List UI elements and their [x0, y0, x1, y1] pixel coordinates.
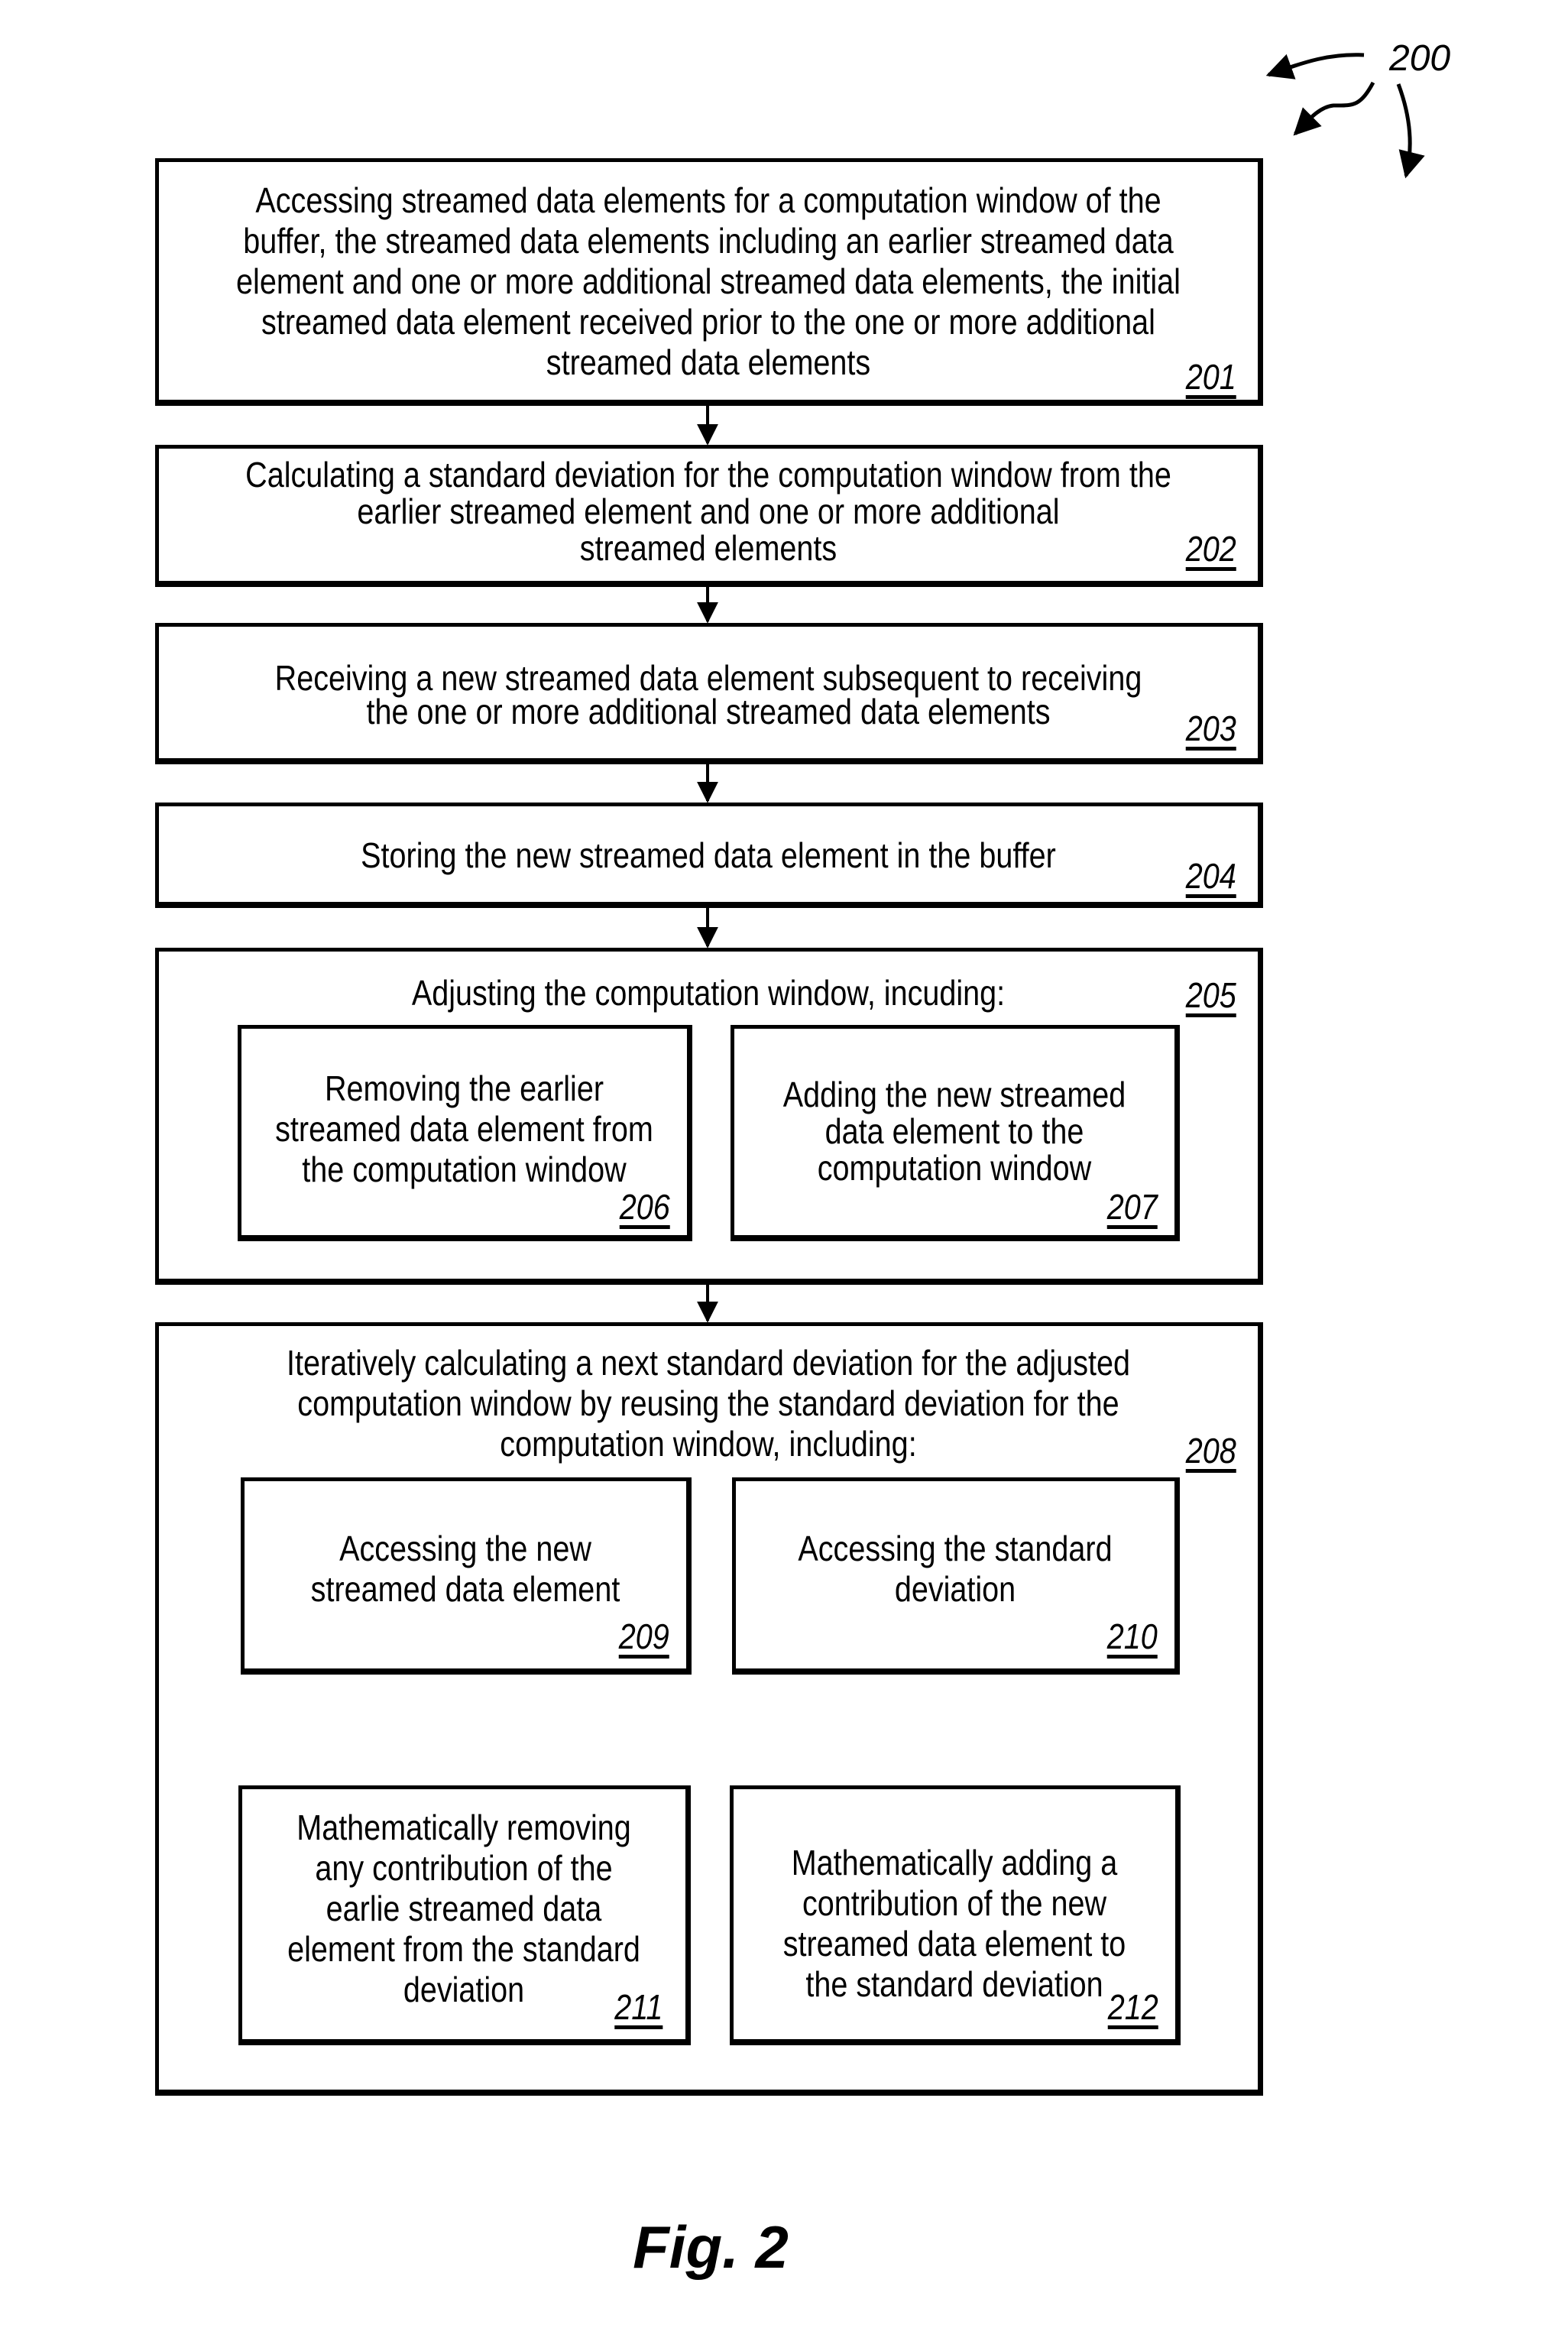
step-203-text: Receiving a new streamed data element su…	[274, 658, 1142, 731]
step-206-box: Removing the earlier streamed data eleme…	[238, 1025, 692, 1241]
step-212-ref: 212	[1107, 1987, 1158, 2027]
step-208-text: Iteratively calculating a next standard …	[287, 1343, 1130, 1464]
step-205-text: Adjusting the computation window, incudi…	[411, 973, 1006, 1013]
step-202-text: Calculating a standard deviation for the…	[245, 455, 1171, 568]
leader-arrow-middle	[1293, 81, 1375, 136]
step-201-box: Accessing streamed data elements for a c…	[155, 158, 1263, 406]
figure-caption: Fig. 2	[633, 2213, 789, 2281]
step-209-box: Accessing the new streamed data element …	[241, 1477, 692, 1675]
step-208-ref: 208	[1185, 1431, 1236, 1471]
step-203-ref: 203	[1185, 709, 1236, 748]
step-202-ref: 202	[1185, 529, 1236, 569]
step-210-text: Accessing the standard deviation	[798, 1529, 1113, 1609]
step-212-box: Mathematically adding a contribution of …	[730, 1785, 1181, 2045]
step-202-box: Calculating a standard deviation for the…	[155, 445, 1263, 587]
step-207-text: Adding the new streamed data element to …	[782, 1075, 1126, 1188]
step-209-ref: 209	[618, 1616, 669, 1656]
step-205-ref: 205	[1185, 975, 1236, 1015]
step-204-ref: 204	[1185, 856, 1236, 896]
step-211-text: Mathematically removing any contribution…	[287, 1808, 640, 2009]
step-210-box: Accessing the standard deviation 210	[732, 1477, 1180, 1675]
step-206-text: Removing the earlier streamed data eleme…	[275, 1068, 653, 1189]
step-211-box: Mathematically removing any contribution…	[238, 1785, 691, 2045]
step-204-box: Storing the new streamed data element in…	[155, 803, 1263, 908]
step-206-ref: 206	[619, 1187, 670, 1227]
step-204-text: Storing the new streamed data element in…	[361, 835, 1056, 875]
step-211-ref: 211	[614, 1987, 663, 2027]
step-210-ref: 210	[1106, 1616, 1158, 1656]
step-212-text: Mathematically adding a contribution of …	[782, 1843, 1126, 2004]
leader-arrow-left	[1265, 53, 1365, 79]
leader-arrow-right	[1396, 83, 1425, 179]
step-203-box: Receiving a new streamed data element su…	[155, 623, 1263, 764]
step-201-ref: 201	[1185, 357, 1236, 397]
step-207-ref: 207	[1106, 1187, 1158, 1227]
step-209-text: Accessing the new streamed data element	[310, 1529, 620, 1609]
step-207-box: Adding the new streamed data element to …	[731, 1025, 1180, 1241]
step-201-text: Accessing streamed data elements for a c…	[236, 180, 1181, 382]
